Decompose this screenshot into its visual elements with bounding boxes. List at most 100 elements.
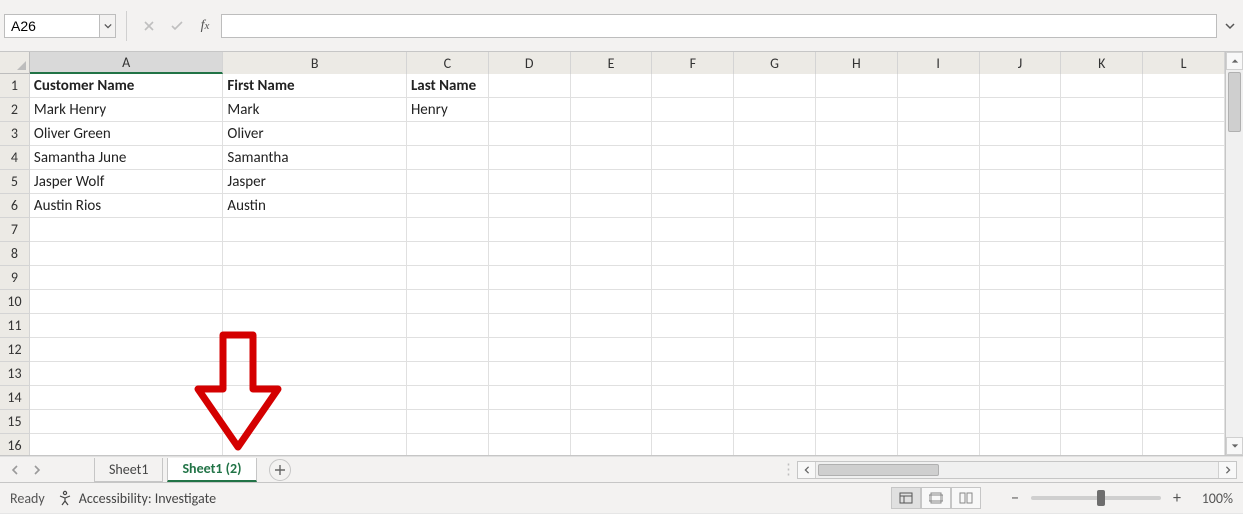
cell-F12[interactable] — [652, 338, 734, 362]
cell-E6[interactable] — [571, 194, 653, 218]
tab-nav-next[interactable] — [28, 461, 46, 479]
cell-F4[interactable] — [652, 146, 734, 170]
cell-I7[interactable] — [898, 218, 980, 242]
cell-B7[interactable] — [223, 218, 407, 242]
cell-J4[interactable] — [980, 146, 1062, 170]
column-header-E[interactable]: E — [571, 52, 653, 74]
cell-A2[interactable]: Mark Henry — [30, 98, 224, 122]
cell-I12[interactable] — [898, 338, 980, 362]
cell-H15[interactable] — [816, 410, 898, 434]
cell-B4[interactable]: Samantha — [223, 146, 407, 170]
cell-I5[interactable] — [898, 170, 980, 194]
cell-K2[interactable] — [1061, 98, 1143, 122]
column-header-G[interactable]: G — [734, 52, 816, 74]
column-header-J[interactable]: J — [980, 52, 1062, 74]
cell-K3[interactable] — [1061, 122, 1143, 146]
cell-G10[interactable] — [734, 290, 816, 314]
cell-F2[interactable] — [652, 98, 734, 122]
cell-E8[interactable] — [571, 242, 653, 266]
row-header-15[interactable]: 15 — [0, 410, 30, 434]
cell-E5[interactable] — [571, 170, 653, 194]
cell-I15[interactable] — [898, 410, 980, 434]
cell-L12[interactable] — [1143, 338, 1225, 362]
cell-F15[interactable] — [652, 410, 734, 434]
cell-E4[interactable] — [571, 146, 653, 170]
cell-J7[interactable] — [980, 218, 1062, 242]
cell-J15[interactable] — [980, 410, 1062, 434]
cell-J16[interactable] — [980, 434, 1062, 455]
cell-B5[interactable]: Jasper — [223, 170, 407, 194]
cell-K10[interactable] — [1061, 290, 1143, 314]
vertical-scrollbar[interactable] — [1225, 52, 1243, 455]
row-header-14[interactable]: 14 — [0, 386, 30, 410]
cell-H13[interactable] — [816, 362, 898, 386]
cell-A13[interactable] — [30, 362, 224, 386]
cell-I8[interactable] — [898, 242, 980, 266]
cell-E16[interactable] — [571, 434, 653, 455]
cell-K5[interactable] — [1061, 170, 1143, 194]
scroll-track[interactable] — [1226, 70, 1243, 437]
cell-H11[interactable] — [816, 314, 898, 338]
cell-E7[interactable] — [571, 218, 653, 242]
cell-I11[interactable] — [898, 314, 980, 338]
new-sheet-button[interactable] — [269, 459, 291, 481]
cell-L14[interactable] — [1143, 386, 1225, 410]
row-header-8[interactable]: 8 — [0, 242, 30, 266]
cell-I16[interactable] — [898, 434, 980, 455]
cell-D13[interactable] — [489, 362, 571, 386]
cell-H9[interactable] — [816, 266, 898, 290]
cell-I9[interactable] — [898, 266, 980, 290]
cell-I13[interactable] — [898, 362, 980, 386]
cell-G6[interactable] — [734, 194, 816, 218]
cancel-formula-button[interactable] — [137, 14, 161, 38]
cell-F8[interactable] — [652, 242, 734, 266]
column-header-H[interactable]: H — [816, 52, 898, 74]
cell-L16[interactable] — [1143, 434, 1225, 455]
tab-nav-prev[interactable] — [6, 461, 24, 479]
cell-D14[interactable] — [489, 386, 571, 410]
name-box-dropdown[interactable] — [100, 14, 116, 38]
cell-C13[interactable] — [407, 362, 489, 386]
cell-I10[interactable] — [898, 290, 980, 314]
cell-L2[interactable] — [1143, 98, 1225, 122]
cell-A16[interactable] — [30, 434, 224, 455]
cell-F9[interactable] — [652, 266, 734, 290]
tab-hscroll-grip[interactable]: ⋮ — [781, 460, 787, 480]
cell-J12[interactable] — [980, 338, 1062, 362]
cell-G3[interactable] — [734, 122, 816, 146]
cell-L1[interactable] — [1143, 74, 1225, 98]
hscroll-thumb[interactable] — [818, 464, 939, 476]
cell-A6[interactable]: Austin Rios — [30, 194, 224, 218]
normal-view-button[interactable] — [891, 487, 921, 509]
column-header-I[interactable]: I — [898, 52, 980, 74]
row-header-2[interactable]: 2 — [0, 98, 30, 122]
cell-B11[interactable] — [223, 314, 407, 338]
column-header-A[interactable]: A — [30, 52, 224, 74]
scroll-thumb[interactable] — [1228, 72, 1241, 132]
cell-D10[interactable] — [489, 290, 571, 314]
hscroll-right-button[interactable] — [1218, 462, 1236, 478]
row-header-1[interactable]: 1 — [0, 74, 30, 98]
cell-F6[interactable] — [652, 194, 734, 218]
cell-I2[interactable] — [898, 98, 980, 122]
cell-C9[interactable] — [407, 266, 489, 290]
cell-B13[interactable] — [223, 362, 407, 386]
cell-G11[interactable] — [734, 314, 816, 338]
zoom-in-button[interactable]: + — [1169, 490, 1185, 506]
row-header-7[interactable]: 7 — [0, 218, 30, 242]
sheet-tab-sheet1-2[interactable]: Sheet1 (2) — [167, 458, 256, 482]
cell-H3[interactable] — [816, 122, 898, 146]
cell-E10[interactable] — [571, 290, 653, 314]
column-header-B[interactable]: B — [223, 52, 407, 74]
expand-formula-bar-button[interactable] — [1221, 14, 1239, 38]
cell-E15[interactable] — [571, 410, 653, 434]
row-header-9[interactable]: 9 — [0, 266, 30, 290]
cell-K6[interactable] — [1061, 194, 1143, 218]
cell-C10[interactable] — [407, 290, 489, 314]
cell-A8[interactable] — [30, 242, 224, 266]
column-header-K[interactable]: K — [1061, 52, 1143, 74]
scroll-up-button[interactable] — [1226, 52, 1243, 70]
cell-G7[interactable] — [734, 218, 816, 242]
row-header-5[interactable]: 5 — [0, 170, 30, 194]
cell-G5[interactable] — [734, 170, 816, 194]
